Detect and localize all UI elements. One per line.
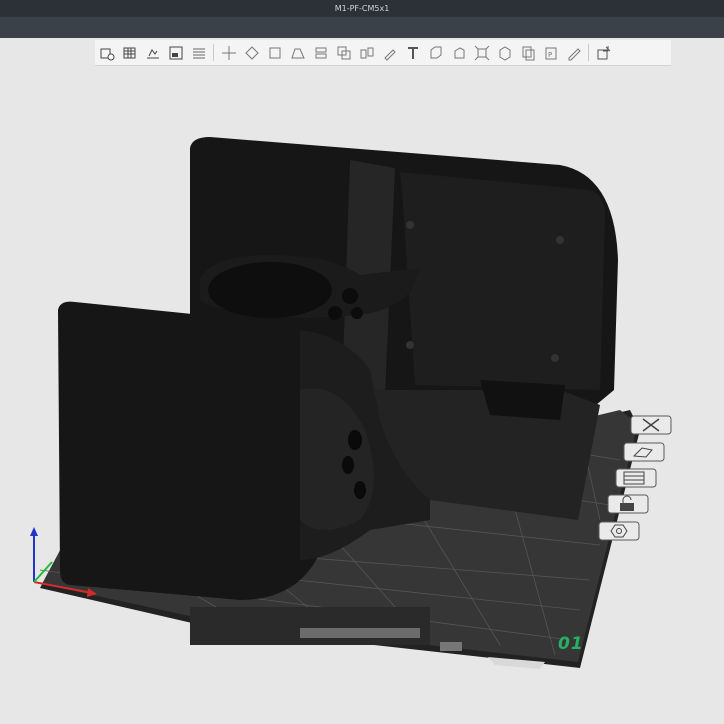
fit-icon[interactable] <box>472 43 491 62</box>
orient-icon[interactable] <box>622 441 666 463</box>
place-face-icon[interactable] <box>288 43 307 62</box>
arrange-icon[interactable] <box>143 43 162 62</box>
assembly-icon[interactable] <box>449 43 468 62</box>
edit-icon[interactable] <box>564 43 583 62</box>
settings-icon[interactable] <box>597 520 641 542</box>
plate-number: 01 <box>558 634 584 654</box>
grid-icon[interactable] <box>120 43 139 62</box>
main-toolbar: P <box>95 40 671 66</box>
layers-icon[interactable] <box>189 43 208 62</box>
measure-icon[interactable] <box>426 43 445 62</box>
split-objects-icon[interactable] <box>357 43 376 62</box>
plate-settings-icon[interactable] <box>614 467 658 489</box>
cube-view-icon[interactable] <box>495 43 514 62</box>
variable-layer-icon[interactable] <box>594 43 613 62</box>
scale-icon[interactable] <box>265 43 284 62</box>
scene[interactable] <box>0 0 724 724</box>
move-icon[interactable] <box>219 43 238 62</box>
close-icon[interactable] <box>629 414 673 436</box>
text-emboss-icon[interactable] <box>403 43 422 62</box>
lock-icon[interactable] <box>606 493 650 515</box>
plate-icon[interactable] <box>166 43 185 62</box>
add-part-icon[interactable] <box>97 43 116 62</box>
toolbar-separator <box>588 44 589 61</box>
rotate-icon[interactable] <box>242 43 261 62</box>
svg-text:P: P <box>548 51 552 59</box>
paste-icon[interactable]: P <box>541 43 560 62</box>
toolbar-separator <box>213 44 214 61</box>
mesh-boolean-icon[interactable] <box>334 43 353 62</box>
support-paint-icon[interactable] <box>380 43 399 62</box>
copy-icon[interactable] <box>518 43 537 62</box>
cut-icon[interactable] <box>311 43 330 62</box>
